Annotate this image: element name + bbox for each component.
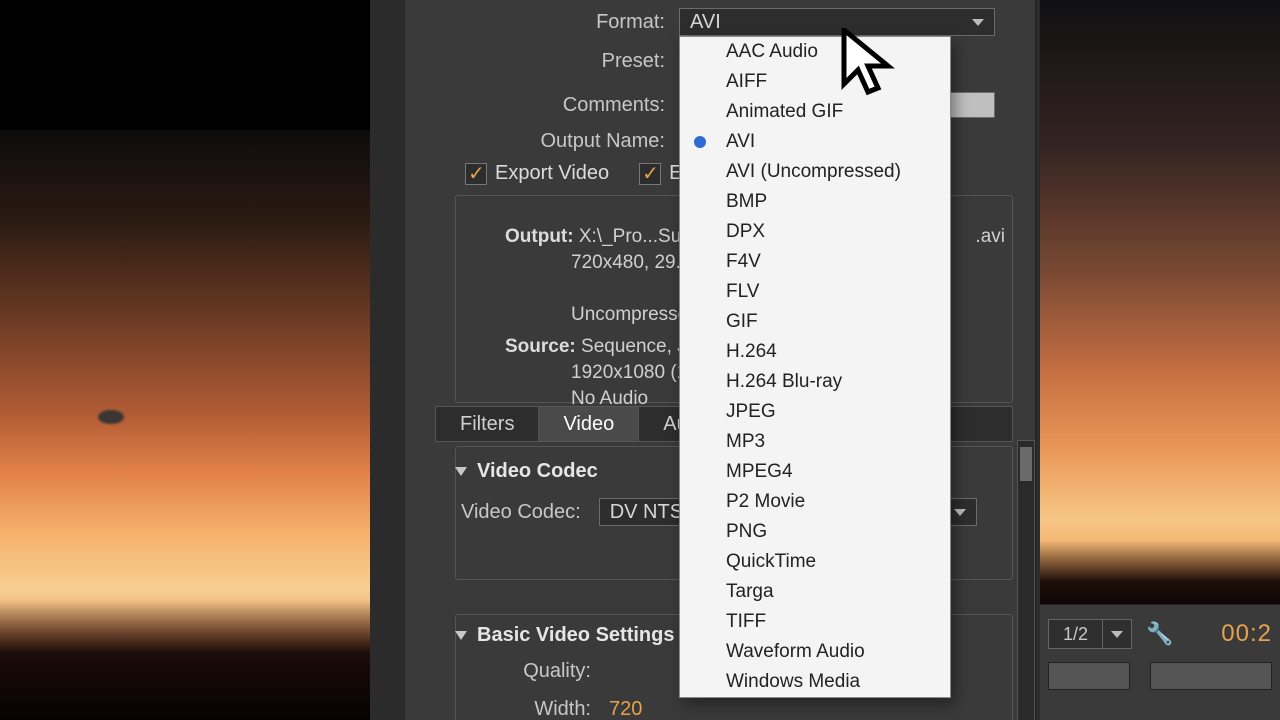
video-preview-left (0, 0, 370, 720)
format-option[interactable]: TIFF (680, 607, 950, 637)
format-option-label: F4V (726, 251, 761, 273)
format-option-label: AAC Audio (726, 41, 818, 63)
checkbox-icon (465, 163, 487, 185)
format-option-label: JPEG (726, 401, 776, 423)
format-option[interactable]: GIF (680, 307, 950, 337)
timeline-track[interactable] (1048, 662, 1130, 690)
scrollbar-thumb[interactable] (1020, 447, 1032, 481)
chevron-down-icon (972, 19, 984, 26)
format-value: AVI (690, 11, 721, 34)
format-option-label: FLV (726, 281, 759, 303)
format-option[interactable]: AIFF (680, 67, 950, 97)
comments-label: Comments: (405, 94, 665, 117)
output-label: Output: (505, 226, 574, 247)
triangle-down-icon (455, 467, 467, 476)
format-option-label: H.264 (726, 341, 777, 363)
preset-label: Preset: (405, 50, 665, 73)
format-dropdown-menu[interactable]: AAC Audio AIFF Animated GIF AVI AVI (Uncompr… (679, 36, 951, 698)
zoom-value: 1/2 (1049, 624, 1102, 645)
tab-filters[interactable]: Filters (436, 407, 539, 441)
format-option-label: QuickTime (726, 551, 816, 573)
format-option-label: PNG (726, 521, 767, 543)
format-option[interactable]: H.264 (680, 337, 950, 367)
format-option[interactable]: AVI (680, 127, 950, 157)
video-codec-label: Video Codec: (461, 501, 581, 524)
format-dropdown[interactable]: AVI (679, 8, 995, 36)
format-option[interactable]: AAC Audio (680, 37, 950, 67)
format-option[interactable]: QuickTime (680, 547, 950, 577)
format-option-label: Animated GIF (726, 101, 843, 123)
timeline-track-secondary[interactable] (1150, 662, 1272, 690)
source-label: Source: (505, 336, 576, 357)
format-option[interactable]: Windows Media (680, 667, 950, 697)
format-option-label: TIFF (726, 611, 766, 633)
format-option-label: P2 Movie (726, 491, 805, 513)
basic-video-header[interactable]: Basic Video Settings (455, 624, 674, 647)
video-codec-header[interactable]: Video Codec (455, 460, 598, 483)
format-option[interactable]: F4V (680, 247, 950, 277)
format-option[interactable]: Targa (680, 577, 950, 607)
format-option-label: AVI (Uncompressed) (726, 161, 901, 183)
format-label: Format: (405, 11, 665, 34)
cloud-decoration (98, 410, 124, 424)
format-option[interactable]: PNG (680, 517, 950, 547)
format-option[interactable]: AVI (Uncompressed) (680, 157, 950, 187)
tab-video[interactable]: Video (539, 407, 639, 441)
format-option[interactable]: Animated GIF (680, 97, 950, 127)
format-option[interactable]: MP3 (680, 427, 950, 457)
basic-video-title: Basic Video Settings (477, 624, 674, 647)
format-option[interactable]: DPX (680, 217, 950, 247)
format-option-label: GIF (726, 311, 758, 333)
format-option[interactable]: MPEG4 (680, 457, 950, 487)
format-option-label: MP3 (726, 431, 765, 453)
triangle-down-icon (455, 631, 467, 640)
quality-label: Quality: (501, 660, 591, 683)
video-codec-title: Video Codec (477, 460, 598, 483)
output-name-label: Output Name: (405, 130, 665, 153)
format-option[interactable]: P2 Movie (680, 487, 950, 517)
settings-scrollbar[interactable] (1017, 440, 1035, 720)
format-option[interactable]: FLV (680, 277, 950, 307)
timeline-toolbar: 1/2 🔧 00:2 (1040, 604, 1280, 720)
format-option-label: Waveform Audio (726, 641, 865, 663)
zoom-dropdown[interactable]: 1/2 (1048, 619, 1132, 649)
width-value[interactable]: 720 (609, 698, 642, 720)
format-option[interactable]: Waveform Audio (680, 637, 950, 667)
selected-dot-icon (694, 136, 706, 148)
format-option-label: AVI (726, 131, 755, 153)
format-option-label: H.264 Blu-ray (726, 371, 842, 393)
wrench-icon[interactable]: 🔧 (1146, 621, 1173, 647)
format-option-label: BMP (726, 191, 767, 213)
export-video-checkbox[interactable]: Export Video (465, 162, 609, 185)
chevron-down-icon (954, 509, 966, 516)
export-video-label: Export Video (495, 162, 609, 185)
output-ext: .avi (975, 224, 1005, 250)
chevron-down-icon (1102, 620, 1131, 648)
format-option-label: DPX (726, 221, 765, 243)
format-option[interactable]: H.264 Blu-ray (680, 367, 950, 397)
timecode[interactable]: 00:2 (1221, 620, 1272, 648)
format-option[interactable]: JPEG (680, 397, 950, 427)
format-option-label: MPEG4 (726, 461, 793, 483)
width-label: Width: (501, 698, 591, 720)
format-option[interactable]: BMP (680, 187, 950, 217)
format-option-label: Windows Media (726, 671, 860, 693)
format-option-label: AIFF (726, 71, 767, 93)
checkbox-icon (639, 163, 661, 185)
format-option-label: Targa (726, 581, 774, 603)
